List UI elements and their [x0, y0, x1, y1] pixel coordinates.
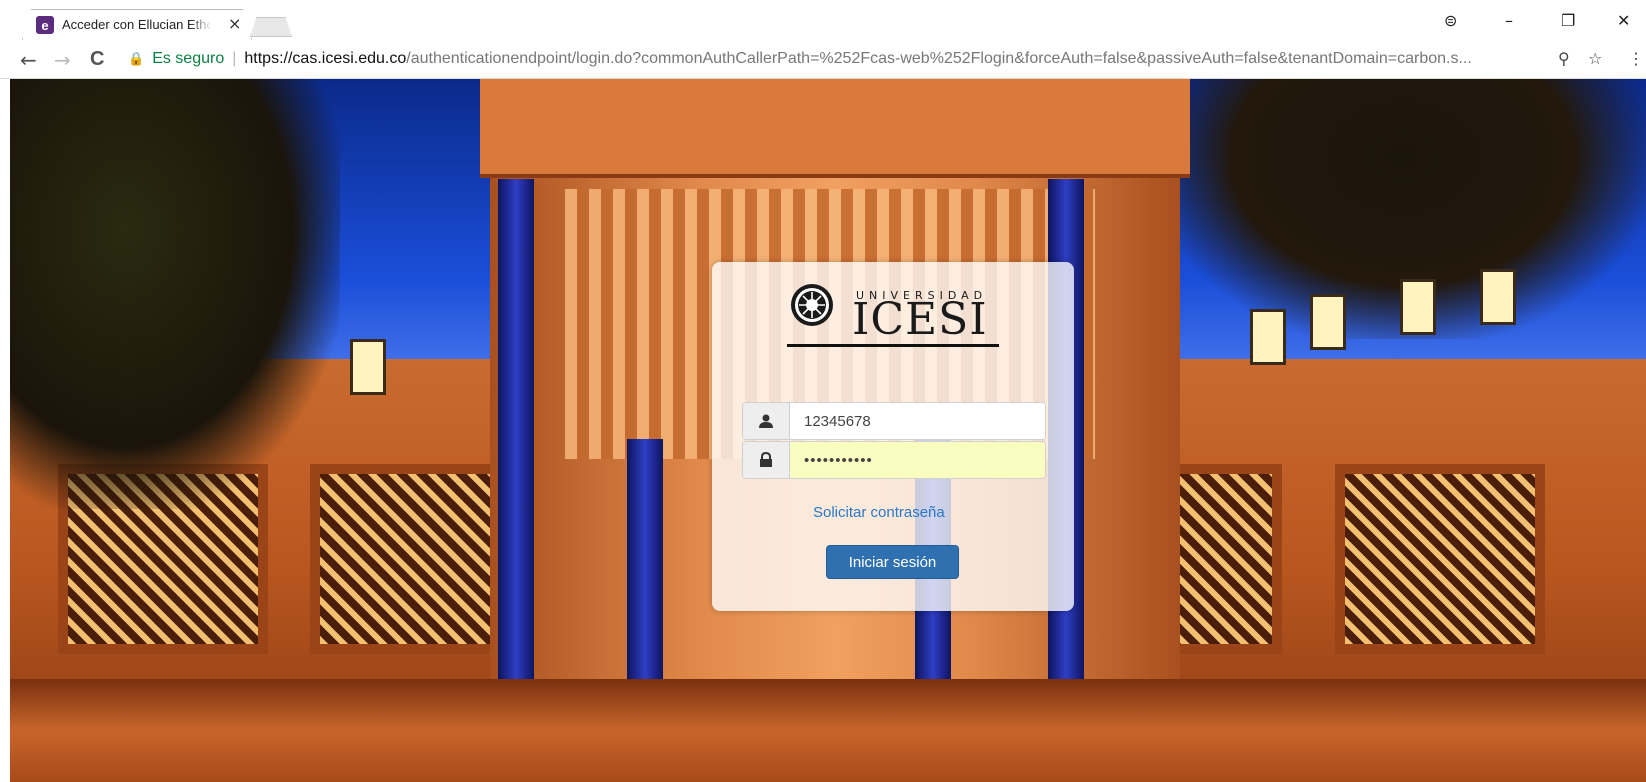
url-path: /authenticationendpoint/login.do?commonA…: [406, 50, 1472, 67]
secure-lock-icon: 🔒: [128, 51, 145, 66]
username-field: [742, 402, 1046, 440]
restore-icon[interactable]: ❐: [1561, 11, 1575, 30]
lit-window: [1250, 309, 1286, 365]
address-bar[interactable]: 🔒 Es seguro | https://cas.icesi.edu.co/a…: [120, 45, 1620, 73]
lit-window: [1400, 279, 1436, 335]
new-tab-button[interactable]: [250, 17, 292, 37]
bookmark-star-icon[interactable]: ☆: [1588, 49, 1602, 68]
extension-icon[interactable]: ⚲: [1558, 49, 1570, 68]
lattice-wall: [1335, 464, 1545, 654]
login-button[interactable]: Iniciar sesión: [826, 545, 959, 579]
courtyard-ground: [10, 679, 1646, 782]
blue-column: [627, 439, 663, 679]
tower-top: [480, 79, 1190, 178]
tab-close-icon[interactable]: ×: [228, 14, 241, 33]
close-window-icon[interactable]: ✕: [1617, 11, 1630, 30]
profile-icon[interactable]: ⊜: [1444, 11, 1457, 30]
tab-title[interactable]: Acceder con Ellucian Ethos: [62, 17, 212, 32]
forward-icon[interactable]: →: [54, 48, 71, 72]
reload-icon[interactable]: C: [90, 48, 104, 71]
forgot-password-link[interactable]: Solicitar contraseña: [813, 504, 945, 521]
blue-column: [498, 179, 534, 739]
browser-menu-icon[interactable]: ⋮: [1628, 49, 1644, 68]
url-host: https://cas.icesi.edu.co: [244, 50, 407, 67]
palm-tree-left: [10, 79, 340, 509]
username-input[interactable]: [790, 403, 1045, 439]
back-icon[interactable]: ←: [20, 48, 37, 72]
secure-label: Es seguro: [152, 50, 225, 67]
lit-window: [350, 339, 386, 395]
logo-underline: [787, 344, 999, 347]
user-icon: [743, 403, 790, 439]
omnibox-separator: |: [232, 50, 237, 67]
lit-window: [1480, 269, 1516, 325]
logo-title: ICESI: [852, 294, 988, 345]
tab-favicon-icon: e: [36, 16, 54, 34]
password-field: [742, 441, 1046, 479]
lit-window: [1310, 294, 1346, 350]
lock-icon: [743, 442, 790, 478]
password-input[interactable]: [790, 442, 1045, 478]
minimize-icon[interactable]: –: [1505, 11, 1513, 30]
